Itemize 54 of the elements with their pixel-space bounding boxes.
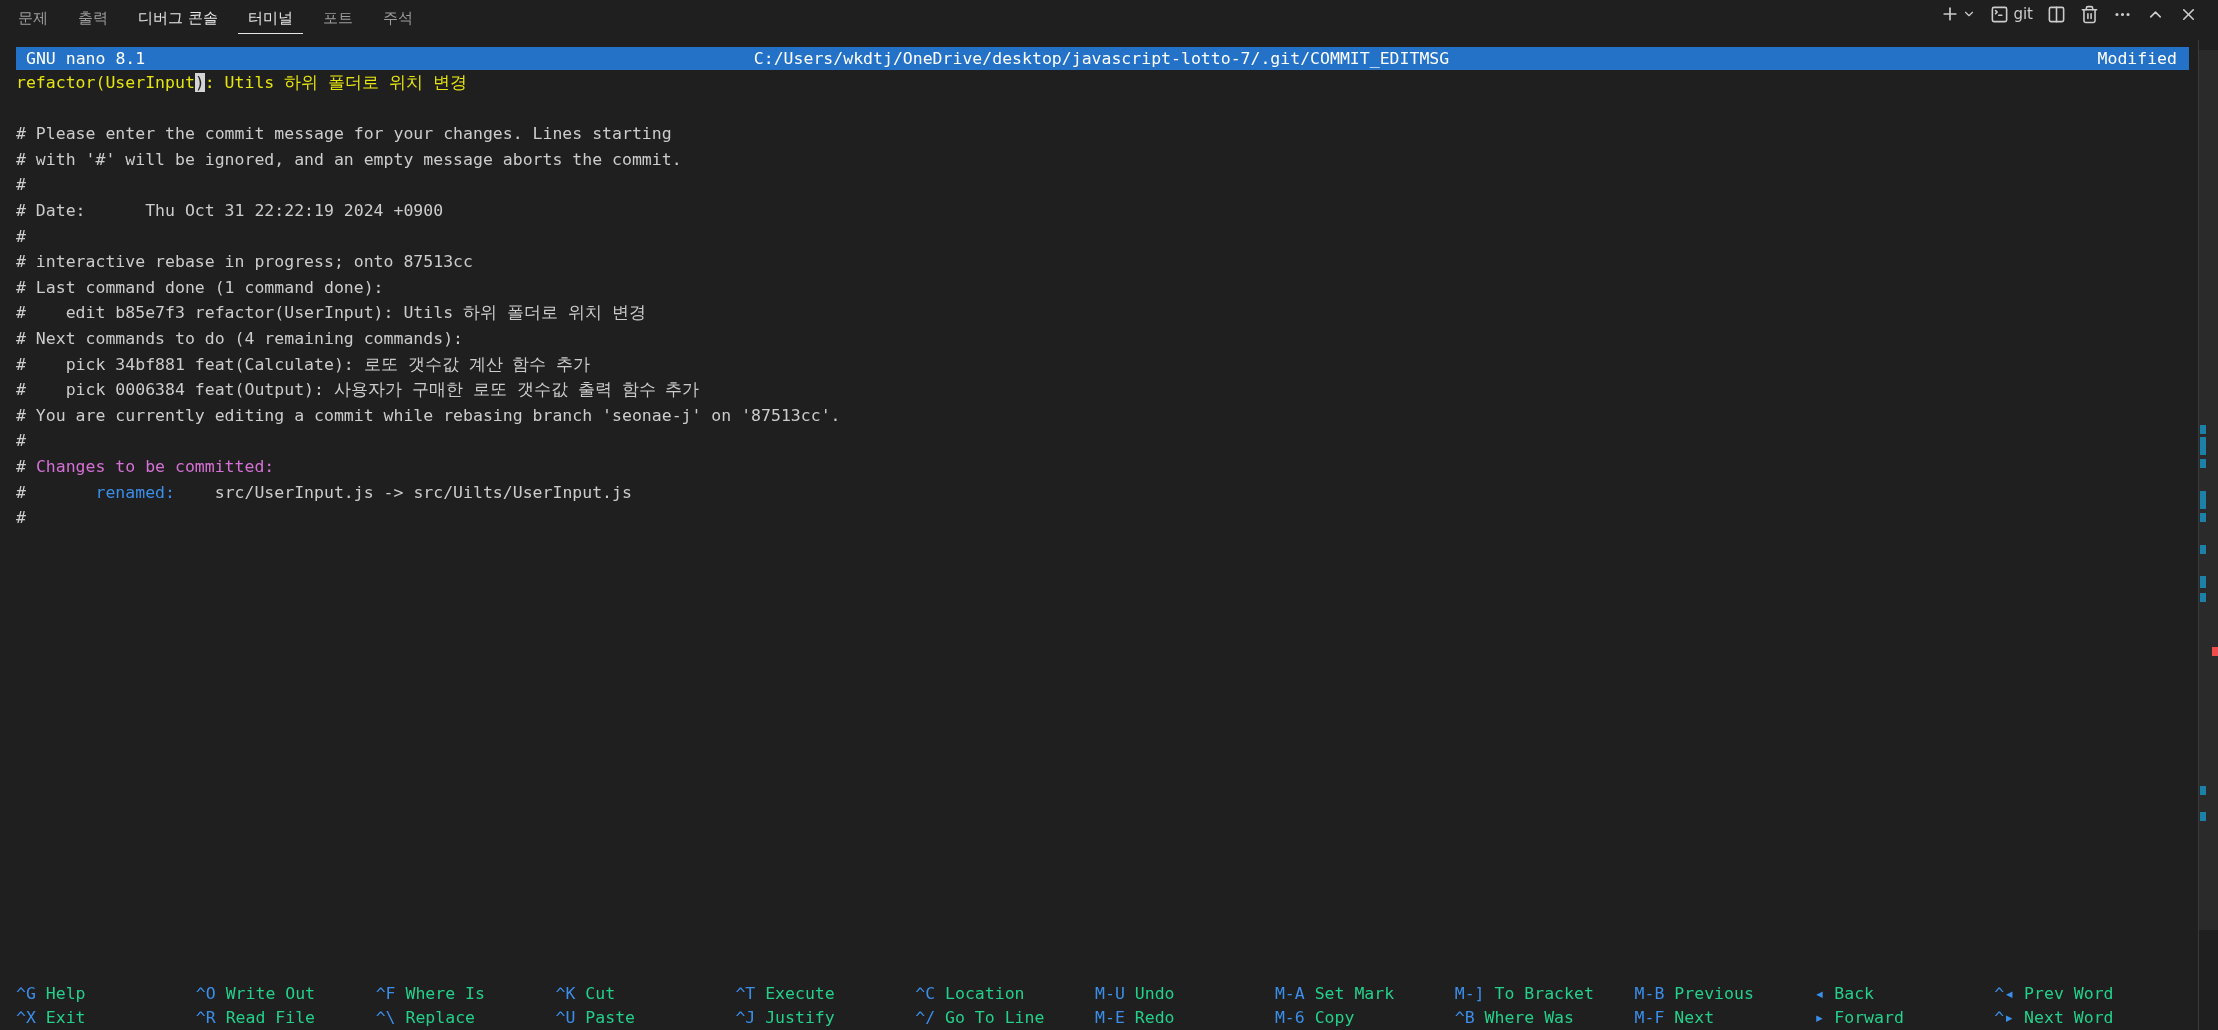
shortcut-hint: ^R Read File: [195, 1008, 316, 1027]
file-path: C:/Users/wkdtj/OneDrive/desktop/javascript-lotto-7/.git/COMMIT_EDITMSG: [753, 49, 1450, 68]
terminal-line: # Next commands to do (4 remaining commands):: [16, 328, 464, 348]
shortcut-hint: ^▸ Next Word: [1994, 1008, 2114, 1027]
shortcut-hint: ^/ Go To Line: [915, 1008, 1045, 1027]
trash-icon[interactable]: [2080, 4, 2099, 24]
shortcut-hint: ^G Help: [16, 984, 86, 1003]
panel-tab[interactable]: 출력: [68, 2, 118, 34]
shortcut-hint: ^U Paste: [555, 1008, 635, 1027]
terminal-line: # interactive rebase in progress; onto 87513cc: [16, 252, 473, 272]
panel-tab[interactable]: 문제: [8, 2, 58, 34]
terminal-line: #: [16, 508, 26, 528]
panel-tab[interactable]: 디버그 콘솔: [128, 2, 228, 34]
shortcut-hint: ^X Exit: [16, 1008, 86, 1027]
shortcut-hint: ^C Location: [915, 984, 1025, 1003]
terminal-line: # Last command done (1 command done):: [16, 277, 384, 297]
shortcut-hint: ^O Write Out: [195, 984, 316, 1003]
terminal-button[interactable]: git: [1990, 4, 2033, 24]
shortcut-hint: M-] To Bracket: [1454, 984, 1594, 1003]
terminal-line: # with '#' will be ignored, and an empty message aborts the commit.: [16, 149, 682, 169]
panel-tab[interactable]: 주석: [372, 2, 423, 34]
terminal-line: refactor(UserInput): Utils 하위 폴더로 위치 변경: [16, 73, 468, 92]
terminal-line: # edit b85e7f3 refactor(UserInput): Utils 하위 폴더로 위치 변경: [16, 303, 646, 323]
shortcut-hint: ^T Execute: [735, 984, 835, 1003]
terminal-line: # renamed: src/UserInput.js -> src/Uilts/UserInput.js: [16, 482, 632, 502]
shortcut-hint: M-B Previous: [1634, 984, 1754, 1003]
modified-status: Modified: [2097, 49, 2177, 68]
shortcut-hint: M-6 Copy: [1274, 1008, 1355, 1027]
terminal-line: # You are currently editing a commit while rebasing branch 'seonae-j' on '87513cc'.: [16, 405, 841, 425]
panel-tab[interactable]: 포트: [312, 2, 363, 34]
shortcut-hint: M-F Next: [1634, 1008, 1715, 1027]
shortcut-hint: ^J Justify: [735, 1008, 835, 1027]
nano-version: GNU nano 8.1: [26, 49, 146, 68]
shortcut-hint: M-U Undo: [1095, 984, 1175, 1003]
shortcut-hint: ^F Where Is: [375, 984, 485, 1003]
shortcut-hint: ^B Where Was: [1454, 1008, 1574, 1027]
terminal-icon: [1990, 4, 2010, 24]
shortcut-hint: ^◂ Prev Word: [1994, 984, 2114, 1003]
terminal-line: # Changes to be committed:: [16, 456, 275, 476]
terminal-line: #: [16, 226, 26, 246]
shortcut-hint: ^\ Replace: [375, 1008, 476, 1027]
shortcut-hint: M-A Set Mark: [1274, 984, 1395, 1003]
terminal-line: # pick 0006384 feat(Output): 사용자가 구매한 로또 갯수값 출력 함수 추가: [16, 380, 700, 400]
terminal-line: #: [16, 431, 26, 451]
split-icon[interactable]: [2047, 4, 2066, 24]
shortcut-hint: M-E Redo: [1095, 1008, 1175, 1027]
panel-tab[interactable]: 터미널: [237, 2, 303, 34]
terminal-line: #: [16, 175, 26, 195]
terminal-line: # Date: Thu Oct 31 22:22:19 2024 +0900: [16, 200, 444, 220]
shortcut-hint: ^K Cut: [555, 984, 616, 1003]
shortcut-hint: ▸ Forward: [1814, 1008, 1904, 1027]
terminal-line: # Please enter the commit message for your changes. Lines starting: [16, 124, 672, 144]
terminal-line: # pick 34bf881 feat(Calculate): 로또 갯수값 계산 함수 추가: [16, 354, 591, 374]
shortcut-hint: ◂ Back: [1814, 984, 1875, 1003]
